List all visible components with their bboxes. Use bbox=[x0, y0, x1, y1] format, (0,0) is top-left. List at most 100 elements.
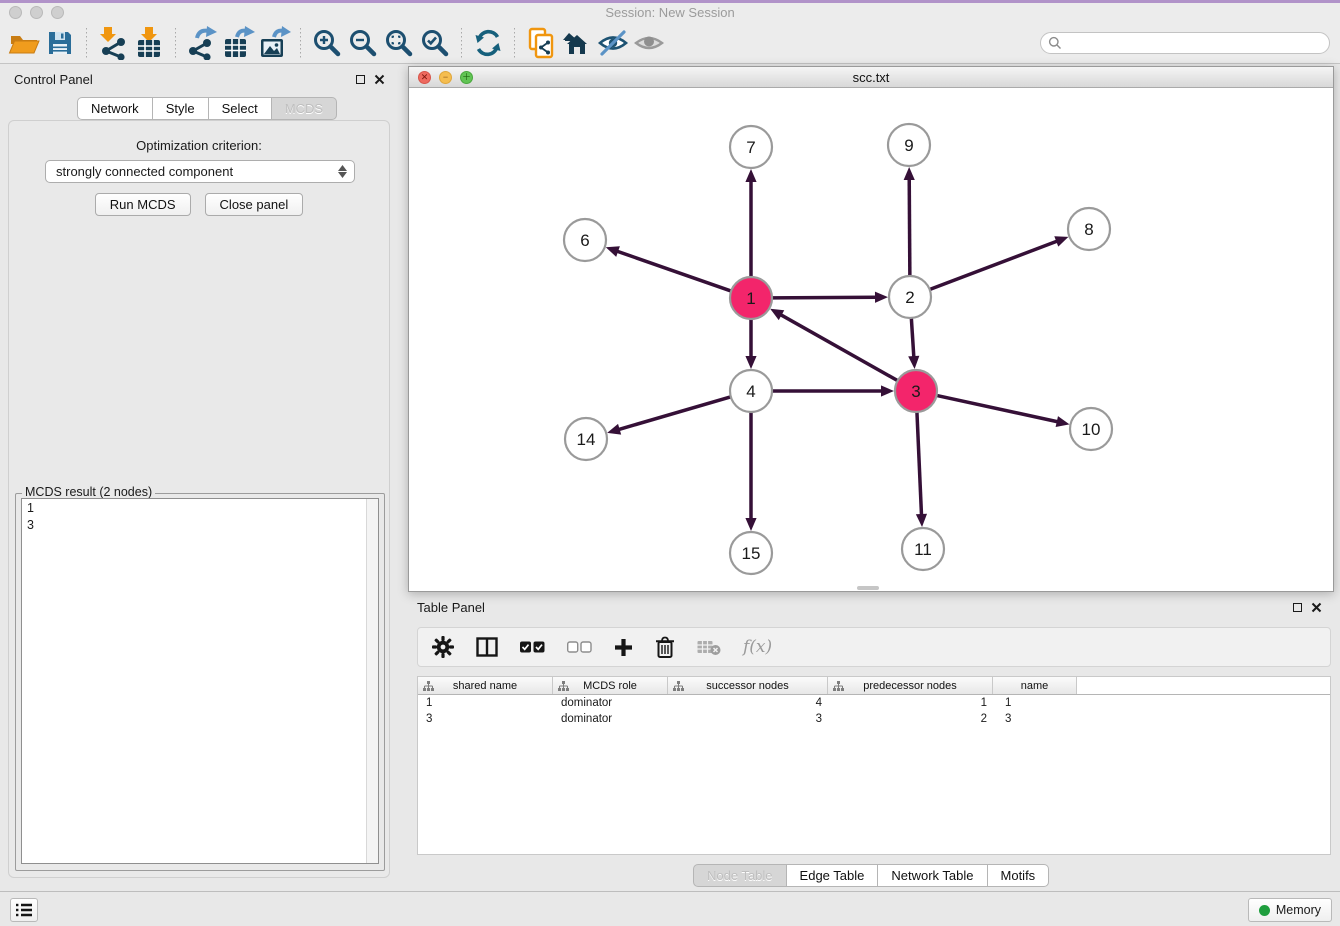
column-header-mcds-role[interactable]: MCDS role bbox=[553, 677, 668, 694]
cell-name[interactable]: 1 bbox=[993, 697, 1077, 709]
hide-eye-slash-icon[interactable] bbox=[595, 25, 631, 61]
export-network-icon[interactable] bbox=[184, 25, 220, 61]
mcds-result-list[interactable]: 1 3 bbox=[21, 498, 379, 864]
add-column-icon[interactable] bbox=[614, 638, 633, 657]
graph-edge-arrow bbox=[1056, 416, 1070, 427]
trash-icon[interactable] bbox=[655, 636, 675, 659]
cell-successor-nodes[interactable]: 3 bbox=[668, 713, 828, 725]
import-table-icon[interactable] bbox=[131, 25, 167, 61]
cell-mcds-role[interactable]: dominator bbox=[553, 697, 668, 709]
graph-edge-1-6[interactable] bbox=[616, 251, 731, 291]
zoom-out-icon[interactable] bbox=[345, 25, 381, 61]
zoom-fit-icon[interactable] bbox=[381, 25, 417, 61]
app-minimize-button[interactable] bbox=[30, 6, 43, 19]
column-header-predecessor-nodes[interactable]: predecessor nodes bbox=[828, 677, 993, 694]
table-panel-tabs: Node Table Edge Table Network Table Moti… bbox=[693, 864, 1049, 887]
refresh-layout-icon[interactable] bbox=[470, 25, 506, 61]
search-icon bbox=[1048, 36, 1062, 50]
graph-edge-4-14[interactable] bbox=[618, 397, 731, 430]
export-table-icon[interactable] bbox=[220, 25, 256, 61]
result-scrollbar[interactable] bbox=[366, 499, 378, 863]
close-panel-icon[interactable] bbox=[374, 74, 385, 85]
network-window-titlebar: ✕ − ＋ scc.txt bbox=[409, 67, 1333, 88]
cell-shared-name[interactable]: 1 bbox=[418, 697, 553, 709]
optimization-criterion-select[interactable]: strongly connected component bbox=[45, 160, 355, 183]
close-panel-button[interactable]: Close panel bbox=[205, 193, 304, 216]
graph-edge-arrow bbox=[745, 169, 756, 182]
cell-successor-nodes[interactable]: 4 bbox=[668, 697, 828, 709]
split-panel-icon[interactable] bbox=[476, 637, 498, 657]
cell-shared-name[interactable]: 3 bbox=[418, 713, 553, 725]
graph-edge-2-3[interactable] bbox=[911, 318, 914, 358]
houses-icon[interactable] bbox=[559, 25, 595, 61]
graph-edge-arrow bbox=[607, 424, 621, 435]
app-zoom-button[interactable] bbox=[51, 6, 64, 19]
control-panel-tabs: Network Style Select MCDS bbox=[77, 97, 337, 120]
attribute-icon bbox=[833, 681, 844, 691]
cell-mcds-role[interactable]: dominator bbox=[553, 713, 668, 725]
graph-edge-arrow bbox=[875, 292, 888, 303]
search-field[interactable] bbox=[1040, 32, 1330, 54]
memory-button[interactable]: Memory bbox=[1248, 898, 1332, 922]
cell-predecessor-nodes[interactable]: 2 bbox=[828, 713, 993, 725]
column-header-name[interactable]: name bbox=[993, 677, 1077, 694]
show-eye-icon[interactable] bbox=[631, 25, 667, 61]
tab-select[interactable]: Select bbox=[209, 97, 272, 120]
zoom-in-icon[interactable] bbox=[309, 25, 345, 61]
graph-edge-3-10[interactable] bbox=[937, 395, 1059, 422]
mcds-result-group: MCDS result (2 nodes) 1 3 bbox=[15, 493, 385, 871]
tab-network[interactable]: Network bbox=[77, 97, 153, 120]
table-panel-header: Table Panel bbox=[408, 594, 1334, 620]
zoom-selected-icon[interactable] bbox=[417, 25, 453, 61]
graph-edge-3-1[interactable] bbox=[780, 314, 898, 380]
network-maximize-button[interactable]: ＋ bbox=[460, 71, 473, 84]
graph-edge-arrow bbox=[745, 518, 756, 531]
node-table-header: shared name MCDS role successor nodes pr… bbox=[418, 677, 1330, 695]
graph-edge-arrow bbox=[904, 167, 915, 180]
tab-mcds[interactable]: MCDS bbox=[272, 97, 337, 120]
column-label: shared name bbox=[453, 680, 517, 692]
app-close-button[interactable] bbox=[9, 6, 22, 19]
clone-network-icon[interactable] bbox=[523, 25, 559, 61]
toolbar-separator bbox=[300, 28, 301, 58]
graph-edge-2-9[interactable] bbox=[909, 178, 910, 276]
open-folder-icon[interactable] bbox=[6, 25, 42, 61]
app-title: Session: New Session bbox=[0, 5, 1340, 20]
column-label: name bbox=[1021, 680, 1049, 692]
export-image-icon[interactable] bbox=[256, 25, 292, 61]
graph-node-label: 6 bbox=[580, 231, 589, 250]
main-toolbar bbox=[0, 22, 1340, 64]
tab-network-table[interactable]: Network Table bbox=[878, 864, 987, 887]
column-header-successor-nodes[interactable]: successor nodes bbox=[668, 677, 828, 694]
table-row[interactable]: 3 dominator 3 2 3 bbox=[418, 711, 1330, 727]
cell-predecessor-nodes[interactable]: 1 bbox=[828, 697, 993, 709]
tab-style[interactable]: Style bbox=[153, 97, 209, 120]
run-mcds-button[interactable]: Run MCDS bbox=[95, 193, 191, 216]
close-table-panel-icon[interactable] bbox=[1311, 602, 1322, 613]
network-minimize-button[interactable]: − bbox=[439, 71, 452, 84]
mcds-result-line: 1 bbox=[27, 500, 373, 517]
tab-node-table[interactable]: Node Table bbox=[693, 864, 787, 887]
graph-edge-1-2[interactable] bbox=[772, 297, 877, 298]
select-all-checkboxes-icon[interactable] bbox=[520, 641, 545, 653]
save-floppy-icon[interactable] bbox=[42, 25, 78, 61]
graph-edge-2-8[interactable] bbox=[930, 241, 1059, 290]
table-row[interactable]: 1 dominator 4 1 1 bbox=[418, 695, 1330, 711]
canvas-scroll-handle[interactable] bbox=[857, 586, 879, 590]
gear-icon[interactable] bbox=[432, 636, 454, 658]
vertical-splitter[interactable] bbox=[397, 66, 408, 891]
search-input[interactable] bbox=[1066, 36, 1329, 50]
network-canvas[interactable]: 7968124314101511 bbox=[409, 88, 1333, 591]
column-header-shared-name[interactable]: shared name bbox=[418, 677, 553, 694]
import-network-icon[interactable] bbox=[95, 25, 131, 61]
cell-name[interactable]: 3 bbox=[993, 713, 1077, 725]
deselect-checkboxes-icon[interactable] bbox=[567, 641, 592, 653]
network-close-button[interactable]: ✕ bbox=[418, 71, 431, 84]
tab-motifs[interactable]: Motifs bbox=[988, 864, 1050, 887]
float-panel-icon[interactable] bbox=[356, 75, 365, 84]
float-table-panel-icon[interactable] bbox=[1293, 603, 1302, 612]
tab-edge-table[interactable]: Edge Table bbox=[787, 864, 879, 887]
select-stepper-icon bbox=[338, 165, 347, 178]
graph-edge-3-11[interactable] bbox=[917, 412, 922, 516]
log-console-button[interactable] bbox=[10, 898, 38, 922]
